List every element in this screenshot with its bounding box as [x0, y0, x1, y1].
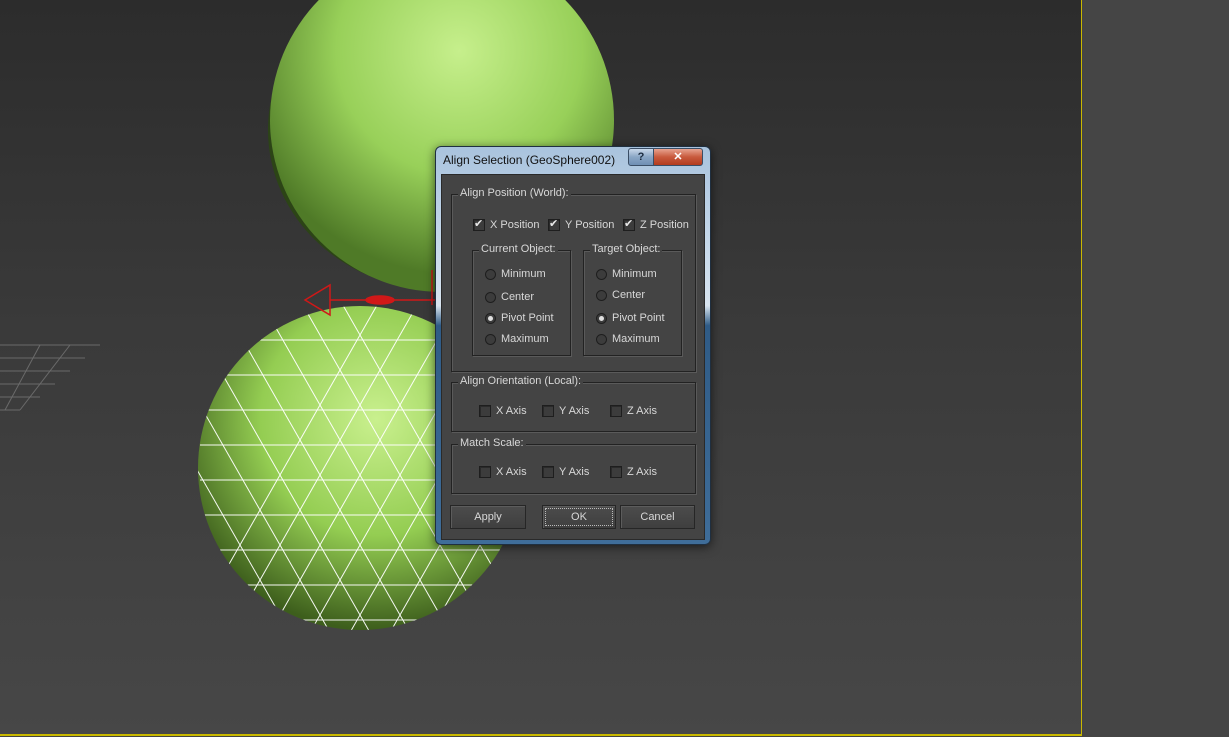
- x-position-check[interactable]: [473, 217, 485, 231]
- current-object-group: Current Object: Minimum Center Pivot Poi…: [472, 243, 571, 356]
- target-object-group: Target Object: Minimum Center Pivot Poin…: [583, 243, 682, 356]
- scale-y-axis-check[interactable]: [542, 466, 554, 478]
- current-maximum-dot[interactable]: [485, 334, 496, 345]
- scale-z-axis-label: Z Axis: [627, 466, 657, 478]
- orientation-y-axis-label: Y Axis: [559, 405, 590, 417]
- orientation-z-axis-label: Z Axis: [627, 405, 657, 417]
- scale-y-axis-label: Y Axis: [559, 466, 590, 478]
- y-position-label: Y Position: [565, 219, 615, 231]
- orientation-y-axis-check[interactable]: [542, 405, 554, 417]
- target-pivot-point-label: Pivot Point: [612, 312, 665, 324]
- y-position-check[interactable]: [548, 217, 560, 231]
- scale-x-axis-label: X Axis: [496, 466, 527, 478]
- align-position-group: Align Position (World): X Position Y Pos…: [451, 187, 696, 372]
- target-center-label: Center: [612, 289, 646, 301]
- orientation-z-axis-check[interactable]: [610, 405, 622, 417]
- scale-z-axis-check[interactable]: [610, 466, 622, 478]
- x-position-label: X Position: [490, 219, 540, 231]
- orientation-x-axis-check[interactable]: [479, 405, 491, 417]
- help-button[interactable]: ?: [628, 148, 654, 166]
- target-minimum-label: Minimum: [612, 268, 657, 280]
- align-selection-dialog: Align Selection (GeoSphere002) ? ✕ Align…: [435, 146, 711, 545]
- close-button[interactable]: ✕: [653, 148, 703, 166]
- dialog-client-area: Align Position (World): X Position Y Pos…: [441, 174, 705, 540]
- target-pivot-point-dot[interactable]: [596, 313, 607, 324]
- match-scale-legend: Match Scale:: [458, 437, 526, 449]
- target-maximum-dot[interactable]: [596, 334, 607, 345]
- scale-x-axis-check[interactable]: [479, 466, 491, 478]
- target-object-legend: Target Object:: [590, 243, 663, 255]
- current-minimum-dot[interactable]: [485, 269, 496, 280]
- target-center-dot[interactable]: [596, 290, 607, 301]
- cancel-button[interactable]: Cancel: [620, 505, 695, 529]
- current-object-legend: Current Object:: [479, 243, 558, 255]
- close-icon: ✕: [673, 151, 683, 163]
- current-pivot-point-dot[interactable]: [485, 313, 496, 324]
- z-position-label: Z Position: [640, 219, 689, 231]
- align-position-legend: Align Position (World):: [458, 187, 571, 199]
- grid-lines: [0, 344, 100, 411]
- current-maximum-label: Maximum: [501, 333, 549, 345]
- ok-button[interactable]: OK: [542, 505, 616, 529]
- align-orientation-legend: Align Orientation (Local):: [458, 375, 584, 387]
- target-maximum-label: Maximum: [612, 333, 660, 345]
- apply-button[interactable]: Apply: [450, 505, 526, 529]
- command-panel: [1083, 0, 1229, 737]
- current-center-label: Center: [501, 291, 535, 303]
- z-position-check[interactable]: [623, 217, 635, 231]
- current-center-dot[interactable]: [485, 292, 496, 303]
- dialog-title: Align Selection (GeoSphere002): [443, 153, 616, 167]
- target-minimum-dot[interactable]: [596, 269, 607, 280]
- current-pivot-point-label: Pivot Point: [501, 312, 554, 324]
- align-orientation-group: Align Orientation (Local): X Axis Y Axis…: [451, 375, 696, 432]
- match-scale-group: Match Scale: X Axis Y Axis Z Axis: [451, 437, 696, 494]
- current-minimum-label: Minimum: [501, 268, 546, 280]
- orientation-x-axis-label: X Axis: [496, 405, 527, 417]
